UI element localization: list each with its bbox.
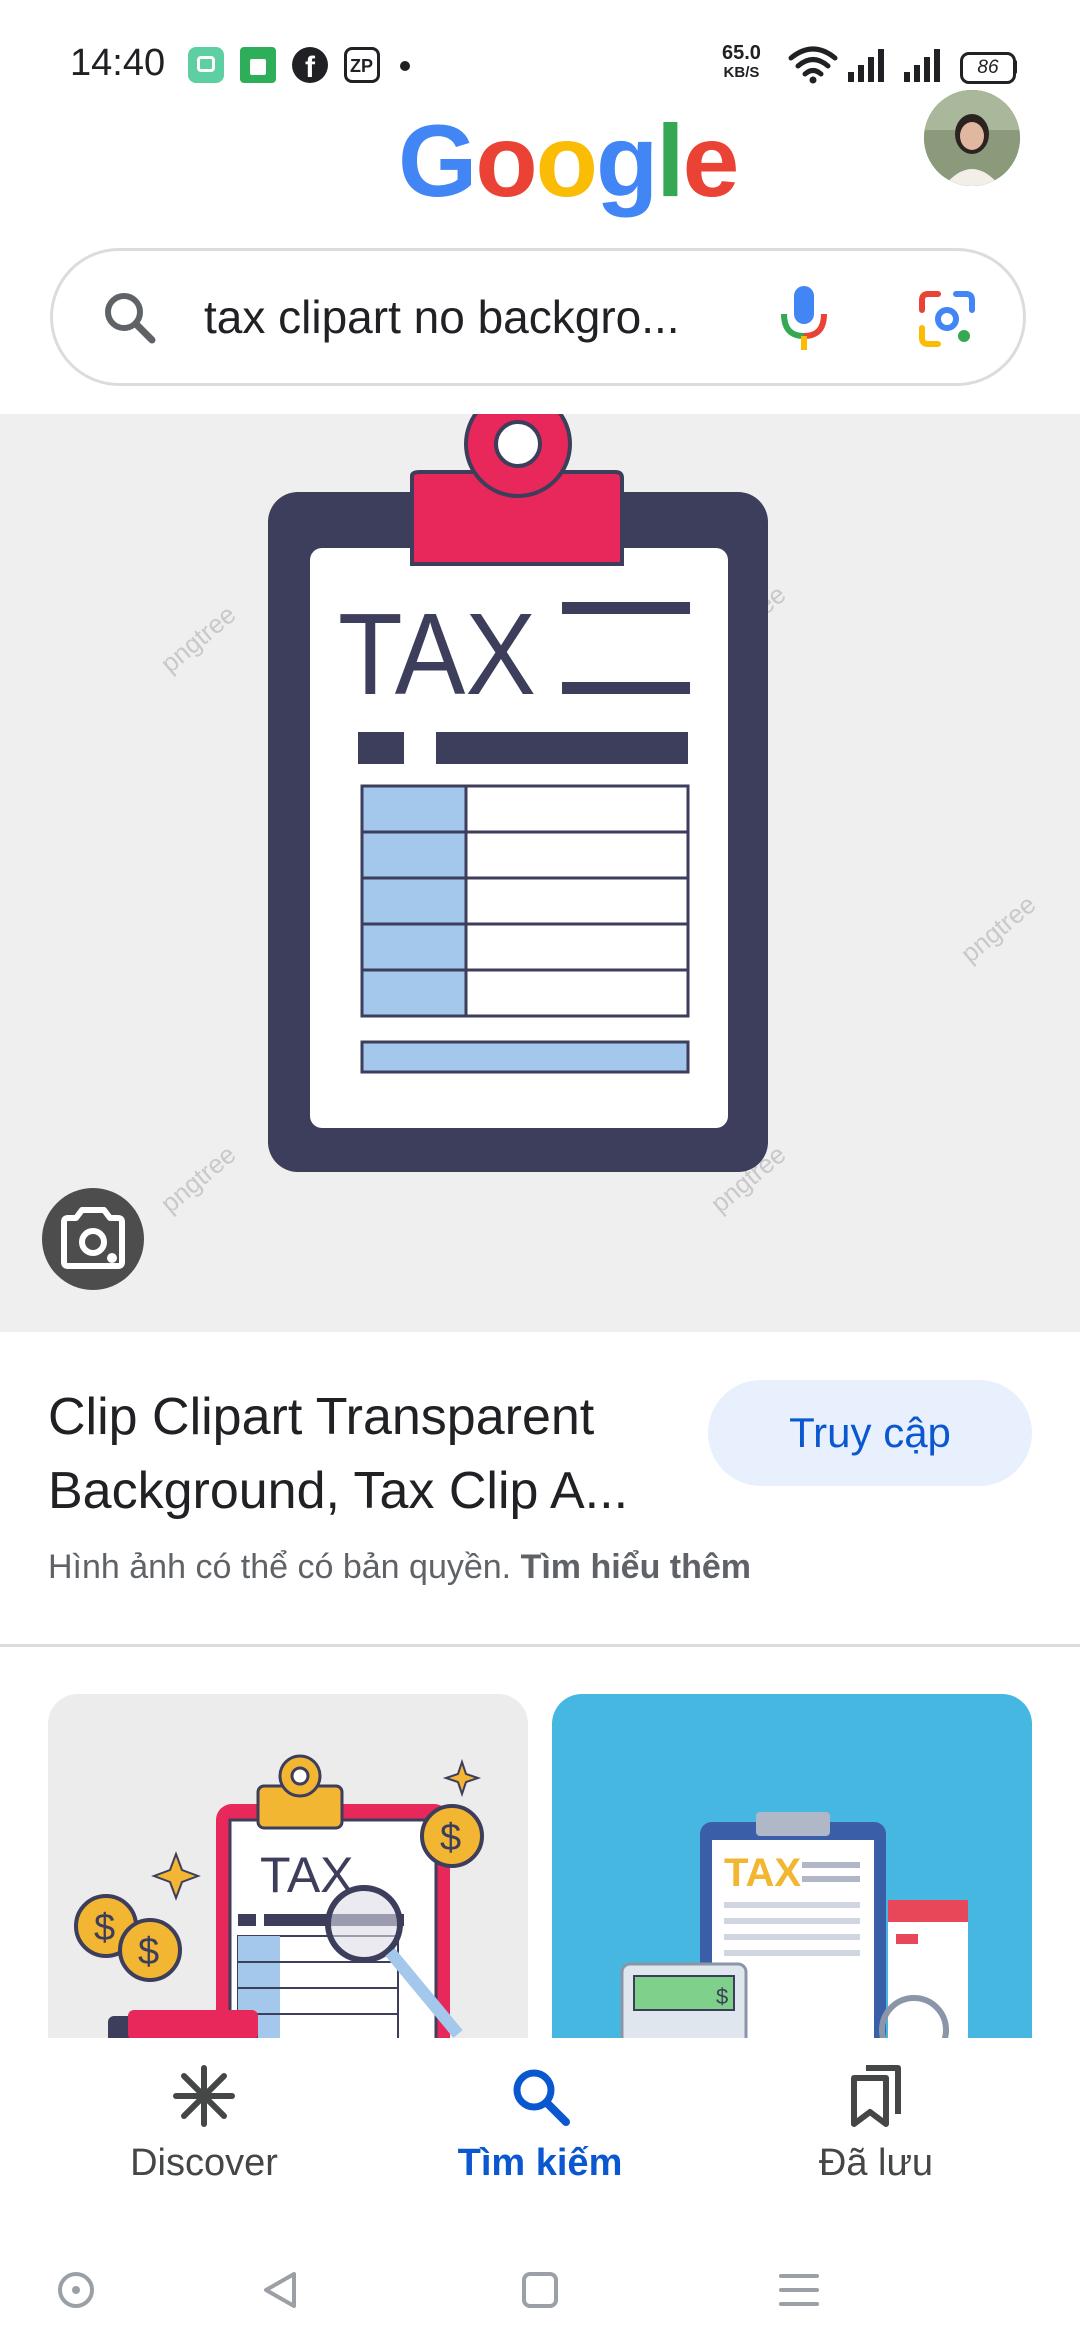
related-image-2[interactable]: TAX $ [552, 1694, 1032, 2044]
svg-text:$: $ [138, 1931, 159, 1973]
nav-label-search: Tìm kiếm [457, 2142, 623, 2184]
shop-app-icon [240, 47, 276, 83]
facebook-icon: f [292, 47, 328, 84]
network-speed-unit: KB/S [723, 64, 760, 81]
svg-text:$: $ [94, 1907, 115, 1949]
lens-search-button[interactable] [42, 1188, 144, 1290]
watermark-text: pngtree [155, 599, 242, 679]
related-image-1[interactable]: TAX $ $ $ [48, 1694, 528, 2044]
logo-letter: g [595, 104, 658, 218]
nav-discover[interactable]: Discover [54, 2038, 354, 2238]
search-query-input[interactable]: tax clipart no backgro... [204, 286, 724, 348]
learn-more-link[interactable]: Tìm hiểu thêm [521, 1548, 751, 1586]
status-time: 14:40 [70, 42, 166, 84]
tax-coins-illustration: TAX $ $ $ [74, 1754, 484, 2044]
image-preview[interactable]: pngtree pngtree pngtree pngtree pngtree … [0, 414, 1080, 1332]
result-title[interactable]: Clip Clipart Transparent Background, Tax… [48, 1380, 688, 1528]
recents-menu-icon[interactable] [778, 2272, 820, 2308]
nav-label-saved: Đã lưu [818, 2142, 934, 2184]
account-avatar[interactable] [924, 90, 1020, 186]
network-speed-value: 65.0 [722, 42, 761, 64]
chat-app-icon [188, 47, 224, 83]
nav-saved[interactable]: Đã lưu [726, 2038, 1026, 2238]
visit-button[interactable]: Truy cập [708, 1380, 1032, 1486]
logo-letter: l [656, 104, 684, 218]
signal-icon-1 [848, 49, 884, 82]
copyright-notice: Hình ảnh có thể có bản quyền. Tìm hiểu t… [48, 1548, 751, 1587]
svg-text:$: $ [440, 1817, 461, 1859]
battery-tip [1013, 60, 1017, 74]
nav-search[interactable]: Tìm kiếm [390, 2038, 690, 2238]
copyright-text: Hình ảnh có thể có bản quyền. [48, 1548, 512, 1586]
google-logo: Google [398, 104, 740, 218]
search-tab-icon [513, 2069, 570, 2126]
zp-app-icon: ZP [344, 47, 380, 83]
watermark-text: pngtree [955, 889, 1042, 969]
assistant-icon[interactable] [56, 2270, 96, 2310]
back-icon[interactable] [258, 2268, 302, 2312]
logo-letter: e [682, 104, 740, 218]
tax-clipboard-illustration: pngtree pngtree pngtree pngtree pngtree … [155, 414, 1042, 1219]
google-lens-icon[interactable] [916, 288, 978, 350]
avatar-photo [924, 90, 1020, 186]
battery-indicator: 86 [960, 52, 1016, 84]
wifi-icon [788, 46, 838, 84]
voice-search-icon[interactable] [776, 282, 832, 354]
network-speed: 65.0 KB/S [722, 42, 761, 82]
logo-letter: G [398, 104, 477, 218]
discover-icon [173, 2065, 235, 2127]
clipboard-tax-text: TAX [338, 589, 536, 719]
home-icon[interactable] [520, 2270, 560, 2310]
signal-icon-2 [904, 49, 940, 82]
section-divider [0, 1644, 1080, 1647]
saved-icon [851, 2065, 901, 2127]
nav-label-discover: Discover [130, 2142, 278, 2184]
search-icon [105, 293, 156, 344]
svg-text:$: $ [716, 1984, 728, 2009]
tax-calculator-illustration: TAX $ [620, 1812, 968, 2044]
logo-letter: o [475, 104, 537, 218]
system-navigation-bar [0, 2238, 1080, 2340]
thumb-tax-text: TAX [724, 1851, 801, 1895]
watermark-text: pngtree [155, 1139, 242, 1219]
notification-dot [400, 61, 410, 71]
lens-icon [61, 1207, 125, 1269]
status-bar: 14:40 f ZP 65.0 KB/S 86 [0, 0, 1080, 90]
logo-letter: o [535, 104, 598, 218]
